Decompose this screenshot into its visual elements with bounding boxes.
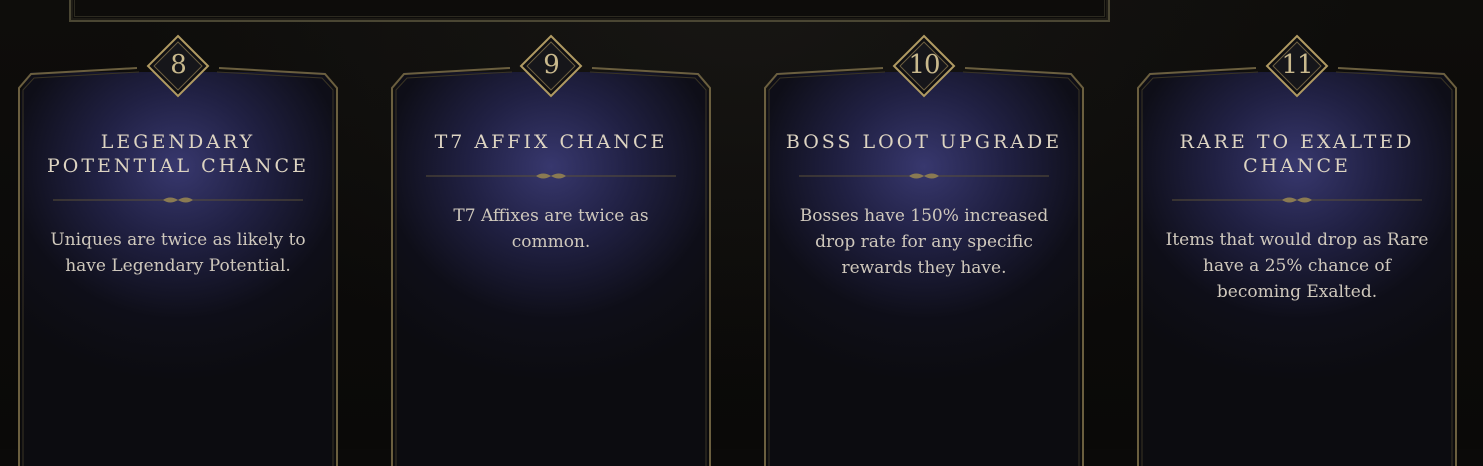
rank-number: 11 xyxy=(1281,50,1313,80)
reward-card-11[interactable]: 11 Rare to Exalted Chance Items that wou… xyxy=(1136,34,1458,466)
card-title: Legendary Potential Chance xyxy=(47,131,309,177)
reward-card-10[interactable]: 10 Boss Loot Upgrade Bosses have 150% in… xyxy=(763,34,1085,466)
card-description: T7 Affixes are twice as common. xyxy=(453,206,649,252)
reward-card-8[interactable]: 8 Legendary Potential Chance Uniques are… xyxy=(17,34,339,466)
rank-badge: 9 xyxy=(519,34,583,98)
card-frame xyxy=(390,66,712,466)
card-title: Boss Loot Upgrade xyxy=(785,131,1063,153)
rank-badge: 8 xyxy=(146,34,210,98)
ornament-divider xyxy=(1172,195,1422,205)
card-title: T7 Affix Chance xyxy=(434,131,668,153)
ornament-divider xyxy=(53,195,303,205)
rank-number: 9 xyxy=(543,50,560,80)
rank-badge: 10 xyxy=(892,34,956,98)
top-panel-frame xyxy=(69,0,1110,22)
card-description: Items that would drop as Rare have a 25%… xyxy=(1165,230,1429,302)
reward-card-9[interactable]: 9 T7 Affix Chance T7 Affixes are twice a… xyxy=(390,34,712,466)
ornament-divider xyxy=(426,171,676,181)
rank-number: 10 xyxy=(908,50,940,80)
card-description: Bosses have 150% increased drop rate for… xyxy=(799,206,1049,278)
ornament-divider xyxy=(799,171,1049,181)
rank-badge: 11 xyxy=(1265,34,1329,98)
rank-number: 8 xyxy=(170,50,187,80)
card-title: Rare to Exalted Chance xyxy=(1179,131,1415,177)
card-description: Uniques are twice as likely to have Lege… xyxy=(50,230,306,276)
